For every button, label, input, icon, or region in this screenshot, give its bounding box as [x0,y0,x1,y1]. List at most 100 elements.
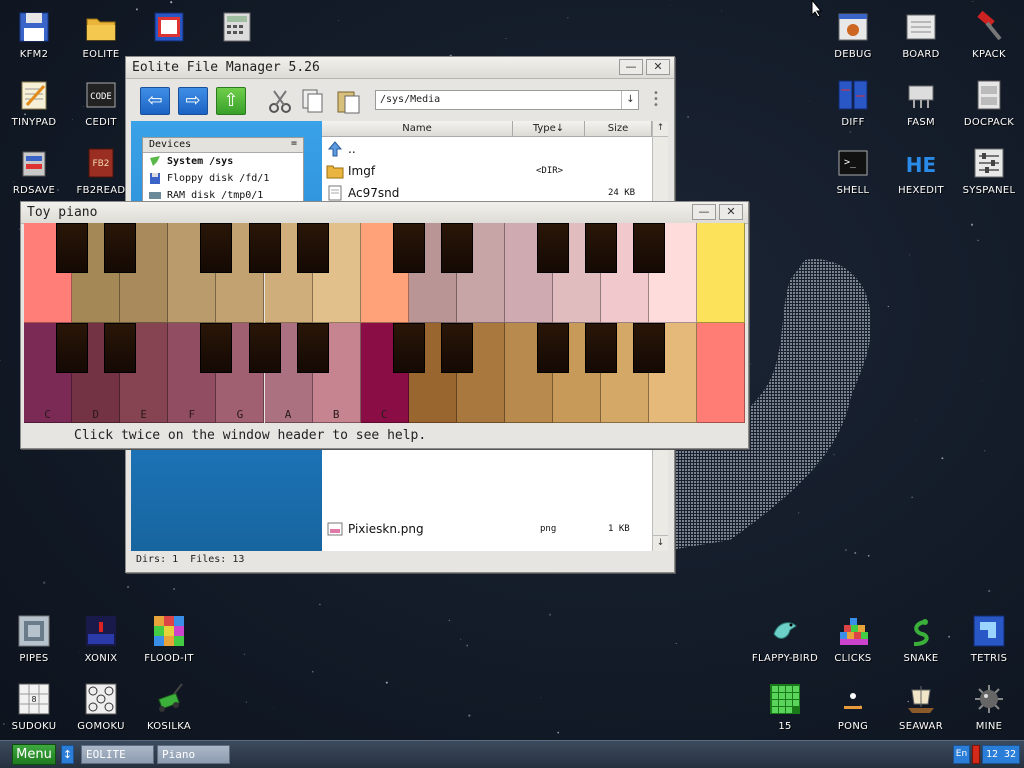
up-button[interactable]: ⇧ [216,87,246,115]
svg-text:8: 8 [31,695,36,704]
keyboard-layout-indicator[interactable]: En [953,745,970,764]
desktop-icon-debug[interactable]: DEBUG [819,4,887,66]
toy-piano-window[interactable]: Toy piano — ✕ C D E F G A B C Click twice on th… [20,201,749,449]
desktop-icon-kosilka[interactable]: KOSILKA [135,676,203,738]
desktop-icon-pong[interactable]: PONG [819,676,887,738]
desktop-icon-board[interactable]: BOARD [887,4,955,66]
path-dropdown-button[interactable]: ↓ [621,91,639,109]
desktop-icon-tetris[interactable]: TETRIS [955,608,1023,670]
piano-white-key[interactable] [697,223,746,323]
desktop-icon-sudoku[interactable]: 8 SUDOKU [0,676,68,738]
desktop-icon-docpack[interactable]: DOCPACK [955,72,1023,134]
minimize-button[interactable]: — [692,204,716,220]
piano-black-key[interactable] [248,223,281,273]
desktop-icon-snake[interactable]: SNAKE [887,608,955,670]
desktop-icon-pipes[interactable]: PIPES [0,608,68,670]
piano-black-key[interactable] [104,323,137,373]
desktop-icon-clicks[interactable]: CLICKS [819,608,887,670]
toy-piano-titlebar[interactable]: Toy piano — ✕ [21,202,748,224]
column-header-name[interactable]: Name [322,121,513,137]
piano-black-key[interactable] [248,323,281,373]
toolbar-more-icon[interactable]: • • • [653,89,659,111]
piano-black-key[interactable] [296,223,329,273]
devices-menu-button[interactable]: = [291,138,297,149]
desktop-icon-label: KOSILKA [146,721,192,732]
desktop-icon-kpack[interactable]: KPACK [955,4,1023,66]
desktop-icon-mine[interactable]: MINE [955,676,1023,738]
desktop-icon-seawar[interactable]: SEAWAR [887,676,955,738]
file-row-pixieskn[interactable]: Pixieskn.png png 1 KB [322,518,652,540]
device-item-floppy[interactable]: Floppy disk /fd/1 [143,170,303,187]
desktop-icon-15[interactable]: 15 [751,676,819,738]
piano-black-key[interactable] [633,323,666,373]
desktop-icon-hexedit[interactable]: HE HEXEDIT [887,140,955,202]
star [941,457,944,460]
file-row-parent[interactable]: .. [322,138,652,160]
desktop-icon-label: FASM [907,117,935,128]
desktop-icon-xonix[interactable]: XONIX [67,608,135,670]
piano-black-key[interactable] [392,323,425,373]
menu-button[interactable]: Menu [12,744,56,765]
piano-black-key[interactable] [537,323,570,373]
path-input[interactable]: /sys/Media [375,90,639,110]
clock[interactable]: 12 32 [982,745,1020,764]
piano-black-key[interactable] [200,223,233,273]
piano-black-key[interactable] [585,323,618,373]
desktop-icon-flappy-bird[interactable]: FLAPPY-BIRD [751,608,819,670]
desktop-icon-gomoku[interactable]: GOMOKU [67,676,135,738]
desktop-icon-rdsave[interactable]: RDSAVE [0,140,68,202]
arrow-up-icon: ⇧ [223,90,239,111]
file-name: Pixieskn.png [348,522,424,536]
file-manager-titlebar[interactable]: Eolite File Manager 5.26 — ✕ [126,57,674,79]
piano-black-key[interactable] [537,223,570,273]
forward-button[interactable]: ⇨ [178,87,208,115]
tray-indicator[interactable] [972,745,980,764]
piano-keyboard[interactable]: CDEFGABC [24,223,746,423]
piano-black-key[interactable] [440,223,473,273]
piano-black-key[interactable] [296,323,329,373]
desktop-icon-shell[interactable]: >_ SHELL [819,140,887,202]
star [675,642,677,645]
piano-black-key[interactable] [440,323,473,373]
piano-black-key[interactable] [633,223,666,273]
desktop-icon-flood-it[interactable]: FLOOD-IT [135,608,203,670]
desktop-icon-kfm2[interactable]: KFM2 [0,4,68,66]
desktop-icon-syspanel[interactable]: SYSPANEL [955,140,1023,202]
scroll-down-icon[interactable]: ↓ [653,535,668,551]
column-header-size[interactable]: Size [585,121,652,137]
piano-white-key[interactable] [697,323,746,423]
piano-black-key[interactable] [200,323,233,373]
piano-black-key[interactable] [585,223,618,273]
minimize-button[interactable]: — [619,59,643,75]
piano-black-key[interactable] [56,223,89,273]
chevron-down-icon: ↓ [626,94,635,105]
paste-icon[interactable] [334,87,362,115]
task-button-piano[interactable]: Piano [157,745,230,764]
desktop-icon-label: DOCPACK [963,117,1015,128]
close-button[interactable]: ✕ [646,59,670,75]
task-button-eolite[interactable]: EOLITE [81,745,154,764]
toy-piano-title: Toy piano [27,205,98,220]
device-item-system[interactable]: System /sys [143,153,303,170]
desktop-icon-label: RDSAVE [12,185,56,196]
piano-black-key[interactable] [104,223,137,273]
copy-icon[interactable] [298,87,326,115]
file-row-imgf[interactable]: Imgf <DIR> [322,160,652,182]
desktop-icon-label: BOARD [902,49,940,60]
docpack-icon [977,80,1001,110]
star [854,551,857,554]
piano-black-key[interactable] [56,323,89,373]
desktop-icon-tinypad[interactable]: TINYPAD [0,72,68,134]
close-button[interactable]: ✕ [719,204,743,220]
column-header-type[interactable]: Type↓ [513,121,585,137]
desktop-icon-label: SNAKE [903,653,939,664]
back-button[interactable]: ⇦ [140,87,170,115]
desktop-icon-fasm[interactable]: FASM [887,72,955,134]
taskbar-switch-button[interactable]: ↕ [61,745,74,764]
desktop-icon-diff[interactable]: DIFF [819,72,887,134]
scroll-up-icon[interactable]: ↑ [653,121,668,137]
file-name: Ac97snd [348,186,400,200]
piano-black-key[interactable] [392,223,425,273]
book-icon: FB2 [88,148,114,178]
cut-icon[interactable] [266,87,294,115]
